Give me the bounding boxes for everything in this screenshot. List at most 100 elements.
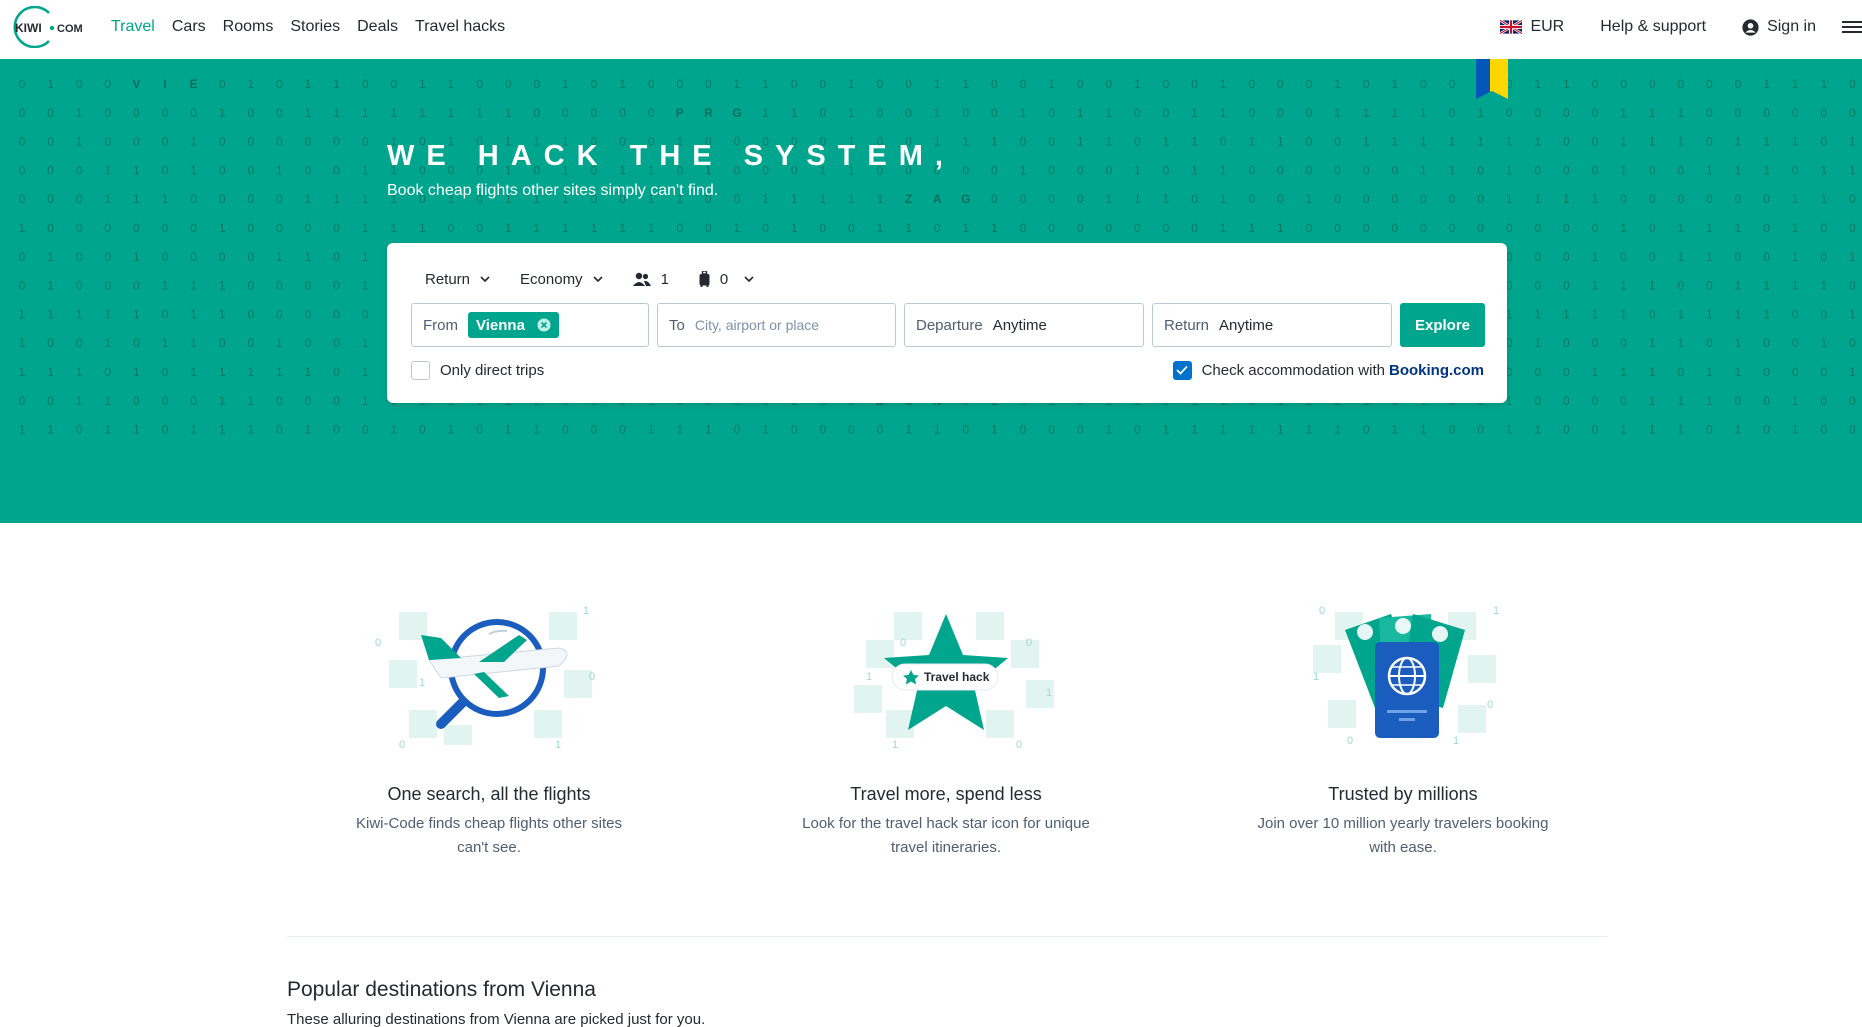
nav-rooms[interactable]: Rooms [223, 18, 274, 36]
binary-digit: 0 [1792, 163, 1799, 177]
nav-cars[interactable]: Cars [172, 18, 206, 36]
binary-digit: 1 [1306, 423, 1313, 437]
binary-digit: 1 [219, 279, 226, 293]
binary-digit: 1 [133, 307, 140, 321]
feature-trusted: 0 1 1 0 0 1 Trusted by millions Join over 10… [1213, 600, 1593, 860]
binary-digit: 1 [1477, 135, 1484, 149]
binary-digit: 0 [133, 135, 140, 149]
binary-digit: 0 [133, 279, 140, 293]
passengers-bags-selector[interactable]: 1 0 [632, 271, 755, 288]
direct-trips-option[interactable]: Only direct trips [411, 360, 544, 380]
binary-digit: 0 [1306, 163, 1313, 177]
binary-digit: 0 [1449, 77, 1456, 91]
binary-digit: 0 [162, 135, 169, 149]
binary-digit: 1 [419, 106, 426, 120]
binary-digit: 0 [1706, 106, 1713, 120]
binary-digit: 1 [1649, 336, 1656, 350]
binary-digit: 0 [276, 423, 283, 437]
ukraine-ribbon-icon[interactable] [1476, 59, 1508, 101]
currency-selector[interactable]: EUR [1500, 18, 1564, 36]
remove-place-icon[interactable] [537, 318, 551, 332]
binary-digit: 0 [1620, 192, 1627, 206]
accommodation-checkbox[interactable] [1172, 360, 1192, 380]
binary-digit: 1 [1649, 394, 1656, 408]
accommodation-option[interactable]: Check accommodation with Booking.com [1172, 360, 1484, 380]
hamburger-menu-icon[interactable] [1842, 19, 1862, 35]
binary-digit: 1 [1334, 423, 1341, 437]
binary-digit: 1 [305, 250, 312, 264]
binary-digit: 1 [219, 394, 226, 408]
nav-stories[interactable]: Stories [290, 18, 340, 36]
svg-text:1: 1 [1046, 687, 1052, 699]
magnifier-plane-icon: 0 1 0 0 1 1 [375, 605, 595, 750]
binary-digit: 0 [1849, 423, 1856, 437]
binary-digit: 1 [305, 106, 312, 120]
explore-button[interactable]: Explore [1400, 303, 1485, 347]
direct-trips-checkbox[interactable] [411, 360, 430, 380]
binary-digit: 0 [1134, 135, 1141, 149]
binary-digit: 0 [1077, 221, 1084, 235]
binary-digit: 1 [76, 307, 83, 321]
binary-digit: 1 [762, 77, 769, 91]
binary-digit: 1 [1563, 77, 1570, 91]
binary-digit: 0 [905, 77, 912, 91]
binary-digit: 0 [1020, 221, 1027, 235]
from-field[interactable]: From Vienna [411, 303, 649, 347]
binary-digit: 0 [1306, 77, 1313, 91]
binary-digit: 1 [276, 250, 283, 264]
binary-digit: 1 [1020, 106, 1027, 120]
binary-digit: 0 [1134, 221, 1141, 235]
binary-digit: 0 [1477, 192, 1484, 206]
logo-kiwi-text: KIWI [15, 21, 42, 35]
binary-digit: 1 [76, 106, 83, 120]
binary-digit: 0 [19, 106, 26, 120]
feature-title: One search, all the flights [387, 784, 591, 804]
to-label: To [669, 316, 685, 334]
binary-digit: 0 [305, 307, 312, 321]
binary-digit: 0 [333, 221, 340, 235]
binary-digit: 1 [1620, 221, 1627, 235]
binary-digit: 0 [791, 77, 798, 91]
departure-field[interactable]: Departure Anytime [904, 303, 1144, 347]
binary-digit: 0 [190, 394, 197, 408]
binary-digit: 0 [219, 77, 226, 91]
search-fields: From Vienna To City, airport or place De… [411, 303, 1485, 347]
cabin-class-dropdown[interactable]: Economy [520, 271, 603, 288]
binary-digit: 0 [1334, 135, 1341, 149]
binary-digit: 0 [1277, 163, 1284, 177]
binary-digit: 0 [1592, 221, 1599, 235]
from-place-chip[interactable]: Vienna [468, 312, 559, 338]
binary-digit: 1 [1620, 307, 1627, 321]
binary-digit: 0 [1563, 423, 1570, 437]
binary-digit: 1 [104, 163, 111, 177]
airport-code-letter: Z [905, 192, 912, 206]
binary-digit: 0 [1706, 279, 1713, 293]
nav-travel-hacks[interactable]: Travel hacks [415, 18, 505, 36]
binary-digit: 0 [1706, 135, 1713, 149]
binary-digit: 0 [1163, 106, 1170, 120]
binary-digit: 0 [419, 423, 426, 437]
nav-travel[interactable]: Travel [111, 18, 155, 36]
binary-digit: 0 [533, 106, 540, 120]
binary-digit: 1 [648, 423, 655, 437]
binary-digit: 0 [1677, 77, 1684, 91]
binary-digit: 0 [619, 423, 626, 437]
return-field[interactable]: Return Anytime [1152, 303, 1392, 347]
binary-digit: 1 [819, 192, 826, 206]
to-field[interactable]: To City, airport or place [657, 303, 896, 347]
binary-digit: 0 [104, 279, 111, 293]
binary-digit: 1 [1792, 394, 1799, 408]
binary-digit: 1 [1735, 279, 1742, 293]
binary-digit: 1 [1706, 365, 1713, 379]
binary-digit: 0 [76, 192, 83, 206]
nav-deals[interactable]: Deals [357, 18, 398, 36]
binary-digit: 1 [1105, 192, 1112, 206]
binary-digit: 0 [1706, 192, 1713, 206]
help-support-link[interactable]: Help & support [1600, 18, 1706, 36]
trip-type-dropdown[interactable]: Return [425, 271, 490, 288]
binary-digit: 0 [476, 423, 483, 437]
binary-digit: 1 [1134, 163, 1141, 177]
kiwi-logo[interactable]: KIWI COM [7, 6, 93, 48]
sign-in-button[interactable]: Sign in [1742, 18, 1816, 36]
binary-digit: 1 [104, 307, 111, 321]
